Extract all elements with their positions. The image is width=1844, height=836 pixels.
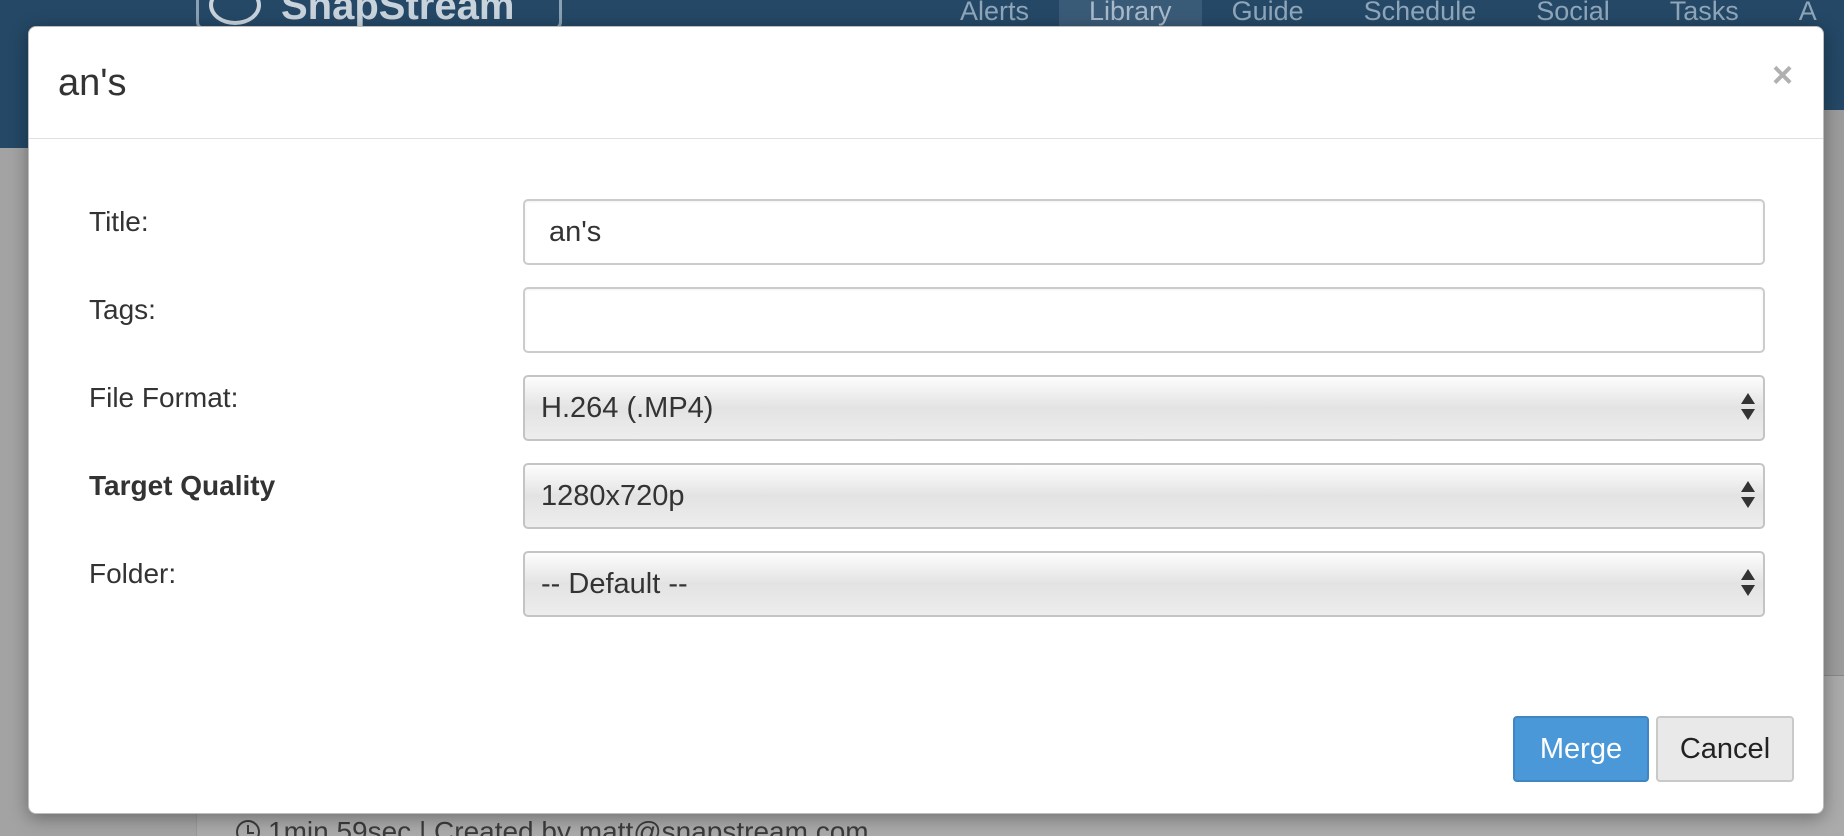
merge-button[interactable]: Merge xyxy=(1513,716,1649,782)
select-arrows-icon xyxy=(1741,569,1755,599)
nav-item-schedule[interactable]: Schedule xyxy=(1334,0,1507,26)
title-row: Title: an's xyxy=(29,199,1825,265)
nav-item-social[interactable]: Social xyxy=(1506,0,1640,26)
file-format-row: File Format: H.264 (.MP4) xyxy=(29,375,1825,441)
title-label: Title: xyxy=(89,206,149,237)
top-nav: Alerts Library Guide Schedule Social Tas… xyxy=(930,0,1844,26)
dialog-title: an's xyxy=(58,62,127,104)
nav-item-tasks[interactable]: Tasks xyxy=(1640,0,1769,26)
merge-dialog: an's × Title: an's Tags: File Format: H.… xyxy=(28,26,1824,814)
file-format-value: H.264 (.MP4) xyxy=(541,392,714,424)
target-quality-label: Target Quality xyxy=(89,470,276,501)
clip-info-footer: 1min 59sec | Created by matt@snapstream.… xyxy=(236,816,869,836)
folder-label: Folder: xyxy=(89,558,177,589)
right-panel-edge xyxy=(1822,110,1844,676)
target-quality-row: Target Quality 1280x720p xyxy=(29,463,1825,529)
folder-select[interactable]: -- Default -- xyxy=(523,551,1765,617)
tags-input[interactable] xyxy=(523,287,1765,353)
select-arrows-icon xyxy=(1741,481,1755,511)
dialog-header: an's × xyxy=(29,27,1823,139)
target-quality-select[interactable]: 1280x720p xyxy=(523,463,1765,529)
logo-mark-icon xyxy=(209,0,261,25)
folder-row: Folder: -- Default -- xyxy=(29,551,1825,617)
logo-text: SnapStream xyxy=(281,0,515,28)
tags-row: Tags: xyxy=(29,287,1825,353)
clock-icon xyxy=(236,820,260,836)
close-icon[interactable]: × xyxy=(1772,55,1793,95)
clip-info-text: 1min 59sec | Created by matt@snapstream.… xyxy=(268,816,869,836)
nav-item-library[interactable]: Library xyxy=(1059,0,1202,26)
file-format-select[interactable]: H.264 (.MP4) xyxy=(523,375,1765,441)
target-quality-value: 1280x720p xyxy=(541,480,685,512)
tags-label: Tags: xyxy=(89,294,156,325)
nav-item-alerts[interactable]: Alerts xyxy=(930,0,1059,26)
cancel-button[interactable]: Cancel xyxy=(1656,716,1794,782)
folder-value: -- Default -- xyxy=(541,568,688,600)
nav-item-more[interactable]: A xyxy=(1769,0,1844,26)
title-input[interactable]: an's xyxy=(523,199,1765,265)
file-format-label: File Format: xyxy=(89,382,239,413)
select-arrows-icon xyxy=(1741,393,1755,423)
nav-item-guide[interactable]: Guide xyxy=(1202,0,1334,26)
